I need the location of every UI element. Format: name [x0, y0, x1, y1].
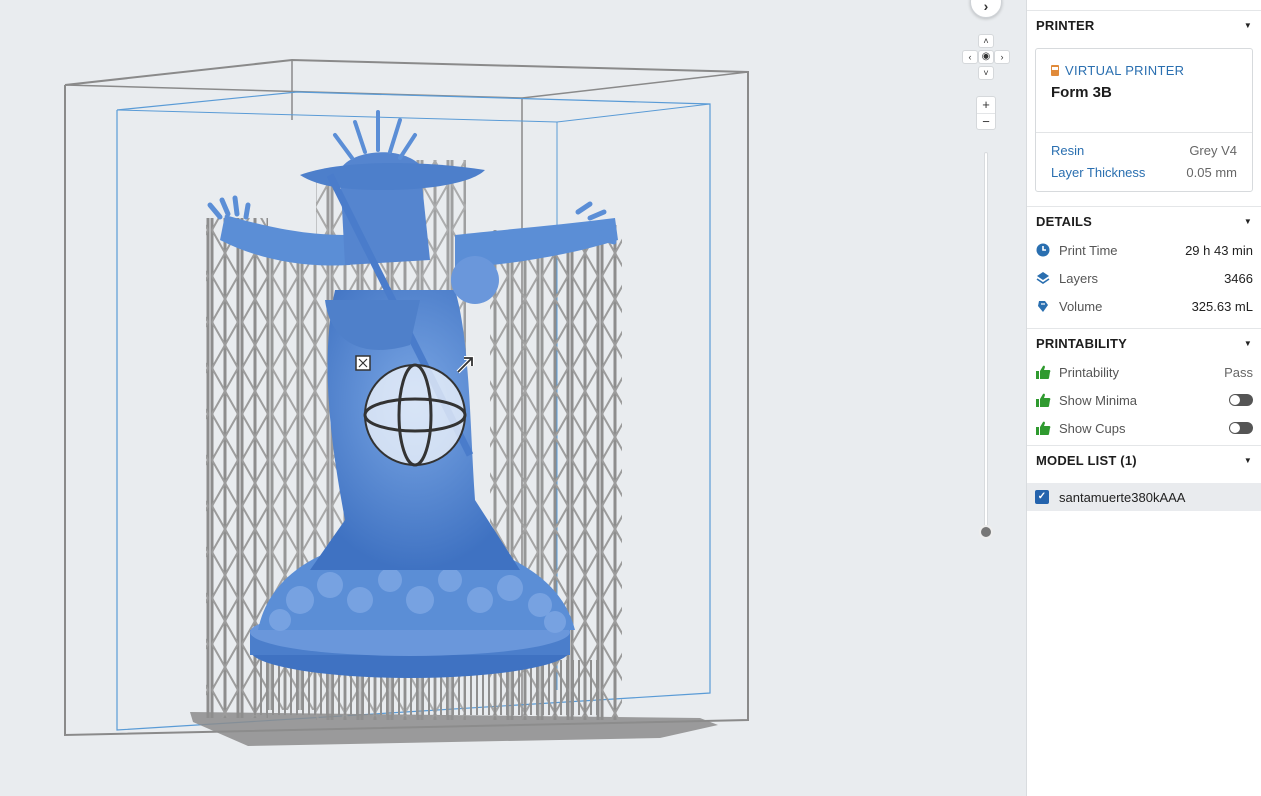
details-row-layers: Layers 3466	[1027, 264, 1261, 292]
layers-label: Layers	[1059, 270, 1099, 286]
pan-left-button[interactable]: ‹	[962, 50, 978, 64]
pan-up-button[interactable]: ˄	[978, 34, 994, 48]
chevron-down-icon[interactable]: ▼	[1244, 456, 1252, 465]
chevron-down-icon[interactable]: ▼	[1244, 21, 1252, 30]
move-handle-icon[interactable]	[355, 355, 371, 371]
view-navigation-pad[interactable]: ˄ ‹ ◉ › ˅	[962, 34, 1010, 82]
chevron-down-icon[interactable]: ▼	[1244, 339, 1252, 348]
printer-icon	[1051, 65, 1059, 76]
layer-thickness-label[interactable]: Layer Thickness	[1051, 165, 1145, 180]
printability-row: Printability Pass	[1027, 358, 1261, 386]
thumbs-up-icon	[1035, 392, 1051, 408]
printer-model-name: Form 3B	[1051, 84, 1112, 101]
details-row-print-time: Print Time 29 h 43 min	[1027, 236, 1261, 264]
chevron-down-icon[interactable]: ▼	[1244, 217, 1252, 226]
zoom-out-button[interactable]: −	[977, 114, 995, 130]
eye-icon[interactable]: ◉	[978, 50, 994, 64]
layers-value: 3466	[1224, 270, 1253, 286]
details-section-header[interactable]: DETAILS ▼	[1027, 206, 1261, 236]
printability-value: Pass	[1224, 364, 1253, 380]
printer-type-label: VIRTUAL PRINTER	[1065, 63, 1185, 78]
model-list-item[interactable]: ✓ santamuerte380kAAA	[1027, 483, 1261, 511]
details-list: Print Time 29 h 43 min Layers 3466 Volum…	[1027, 236, 1261, 328]
thumbs-up-icon	[1035, 364, 1051, 380]
scene-canvas[interactable]	[0, 0, 1026, 796]
3d-viewport[interactable]: › ˄ ‹ ◉ › ˅ + −	[0, 0, 1026, 796]
show-minima-label: Show Minima	[1059, 392, 1138, 408]
printability-list: Printability Pass Show Minima Show Cups	[1027, 358, 1261, 442]
details-section-title: DETAILS	[1036, 214, 1093, 229]
show-cups-toggle[interactable]	[1229, 422, 1253, 434]
model-list-item-name: santamuerte380kAAA	[1059, 489, 1186, 505]
properties-panel: PRINTER ▼ VIRTUAL PRINTER Form 3B Resin …	[1026, 0, 1261, 796]
volume-value: 325.63 mL	[1191, 298, 1253, 314]
printer-card[interactable]: VIRTUAL PRINTER Form 3B Resin Grey V4 La…	[1035, 48, 1253, 192]
show-minima-toggle[interactable]	[1229, 394, 1253, 406]
model-list-section-title: MODEL LIST (1)	[1036, 453, 1137, 468]
print-time-value: 29 h 43 min	[1185, 242, 1253, 258]
pan-down-button[interactable]: ˅	[978, 66, 994, 80]
details-row-volume: Volume 325.63 mL	[1027, 292, 1261, 320]
thumbs-up-icon	[1035, 420, 1051, 436]
resin-label[interactable]: Resin	[1051, 143, 1084, 158]
show-cups-row: Show Cups	[1027, 414, 1261, 442]
model-visible-checkbox[interactable]: ✓	[1035, 490, 1049, 504]
printability-section-header[interactable]: PRINTABILITY ▼	[1027, 328, 1261, 358]
model-list-section-header[interactable]: MODEL LIST (1) ▼	[1027, 445, 1261, 475]
layer-slider-track[interactable]	[984, 152, 988, 532]
printability-label: Printability	[1059, 364, 1119, 380]
printer-section-title: PRINTER	[1036, 18, 1095, 33]
show-cups-label: Show Cups	[1059, 420, 1126, 436]
layer-thickness-value: 0.05 mm	[1186, 164, 1237, 180]
printer-section-header[interactable]: PRINTER ▼	[1027, 10, 1261, 40]
printability-section-title: PRINTABILITY	[1036, 336, 1127, 351]
resin-value: Grey V4	[1189, 142, 1237, 158]
layer-slider-handle[interactable]	[979, 525, 993, 539]
resin-drop-icon	[1035, 298, 1051, 314]
pan-right-button[interactable]: ›	[994, 50, 1010, 64]
print-time-label: Print Time	[1059, 242, 1118, 258]
rotation-gizmo[interactable]	[363, 363, 467, 467]
clock-icon	[1035, 242, 1051, 258]
panel-top-spacer	[1027, 0, 1261, 10]
zoom-controls: + −	[976, 96, 996, 130]
volume-label: Volume	[1059, 298, 1103, 314]
zoom-in-button[interactable]: +	[977, 97, 995, 113]
layers-icon	[1035, 270, 1051, 286]
show-minima-row: Show Minima	[1027, 386, 1261, 414]
